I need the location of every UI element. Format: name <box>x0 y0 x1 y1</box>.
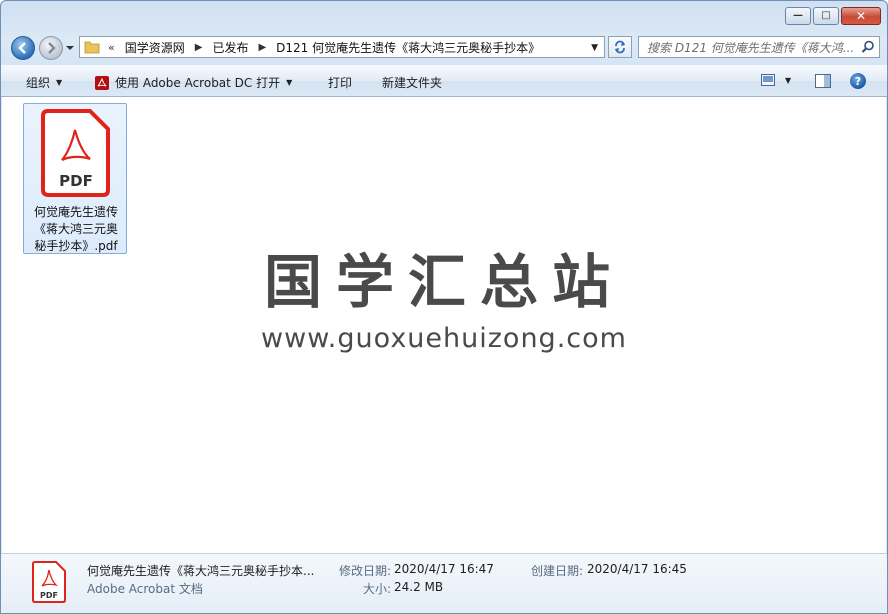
size-value: 24.2 MB <box>394 580 444 594</box>
created-date-value: 2020/4/17 16:45 <box>587 562 687 576</box>
pdf-icon-label: PDF <box>40 591 58 600</box>
acrobat-icon <box>95 75 109 90</box>
search-input[interactable]: 搜索 D121 何觉庵先生遗传《蒋大鸿... <box>638 36 880 58</box>
details-pane: PDF 何觉庵先生遗传《蒋大鸿三元奥秘手抄本... Adobe Acrobat … <box>1 553 887 613</box>
open-with-label: 使用 Adobe Acrobat DC 打开 <box>115 76 281 90</box>
chevron-down-icon: ▼ <box>286 78 293 87</box>
breadcrumb-current-folder[interactable]: D121 何觉庵先生遗传《蒋大鸿三元奥秘手抄本》 <box>276 39 540 56</box>
file-list[interactable]: PDF 何觉庵先生遗传 《蒋大鸿三元奥 秘手抄本》.pdf 国学汇总站 www.… <box>2 97 886 553</box>
caption-buttons: — □ ✕ <box>783 7 881 25</box>
organize-label: 组织 <box>26 76 51 90</box>
pdf-file-icon: PDF <box>32 561 66 603</box>
chevron-down-icon[interactable]: ▼ <box>785 76 791 85</box>
new-folder-label: 新建文件夹 <box>382 76 443 90</box>
modified-date-value: 2020/4/17 16:47 <box>394 562 494 576</box>
chevron-down-icon[interactable]: ▼ <box>591 43 598 53</box>
help-icon[interactable]: ? <box>850 73 866 89</box>
back-button[interactable] <box>11 36 35 60</box>
watermark: 国学汇总站 www.guoxuehuizong.com <box>2 247 886 354</box>
refresh-button[interactable] <box>608 36 632 58</box>
organize-button[interactable]: 组织 ▼ <box>26 74 62 91</box>
arrow-right-icon <box>48 42 56 54</box>
watermark-title: 国学汇总站 <box>263 248 624 316</box>
breadcrumb-published[interactable]: 已发布 <box>212 39 248 56</box>
forward-button[interactable] <box>39 36 63 60</box>
navigation-bar: « 国学资源网 ▶ 已发布 ▶ D121 何觉庵先生遗传《蒋大鸿三元奥秘手抄本》… <box>1 33 887 61</box>
size-label: 大小: <box>363 582 392 596</box>
print-label: 打印 <box>328 76 353 90</box>
title-bar: — □ ✕ <box>1 1 887 33</box>
change-view-button[interactable]: ▼ <box>761 74 791 86</box>
search-placeholder: 搜索 D121 何觉庵先生遗传《蒋大鸿... <box>647 40 855 55</box>
maximize-button[interactable]: □ <box>813 7 839 25</box>
minimize-icon: — <box>793 10 803 21</box>
file-name-line: 《蒋大鸿三元奥 <box>33 222 118 236</box>
pdf-icon-label: PDF <box>59 172 93 190</box>
created-date-label: 创建日期: <box>531 564 584 578</box>
refresh-icon <box>615 40 625 54</box>
new-folder-button[interactable]: 新建文件夹 <box>382 74 442 91</box>
folder-icon <box>84 41 100 54</box>
explorer-window: — □ ✕ « 国学资源网 ▶ 已发布 ▶ D121 何觉庵先生遗传《蒋大鸿三元… <box>0 0 888 614</box>
file-name-line: 何觉庵先生遗传 <box>33 205 118 219</box>
search-icon[interactable] <box>861 40 875 54</box>
breadcrumb-separator-icon[interactable]: ▶ <box>258 42 266 53</box>
modified-date-label: 修改日期: <box>339 564 392 578</box>
arrow-left-icon <box>18 42 26 54</box>
breadcrumb-separator-icon[interactable]: ▶ <box>195 42 203 53</box>
pdf-file-icon: PDF <box>41 109 110 197</box>
minimize-button[interactable]: — <box>785 7 811 25</box>
command-bar: 组织 ▼ 使用 Adobe Acrobat DC 打开 ▼ 打印 新建文件夹 ▼ <box>1 65 887 97</box>
watermark-url: www.guoxuehuizong.com <box>261 323 627 354</box>
close-button[interactable]: ✕ <box>841 7 881 25</box>
open-with-acrobat-button[interactable]: 使用 Adobe Acrobat DC 打开 ▼ <box>95 74 292 91</box>
file-item-selected[interactable]: PDF 何觉庵先生遗传 《蒋大鸿三元奥 秘手抄本》.pdf <box>23 103 127 254</box>
print-button[interactable]: 打印 <box>328 74 352 91</box>
chevron-down-icon: ▼ <box>56 78 63 87</box>
breadcrumb-guoxue[interactable]: 国学资源网 <box>125 39 185 56</box>
view-icon <box>761 74 775 86</box>
details-file-type: Adobe Acrobat 文档 <box>87 582 203 596</box>
address-overflow-chevron[interactable]: « <box>108 41 115 54</box>
close-icon: ✕ <box>855 9 867 23</box>
address-bar[interactable]: « 国学资源网 ▶ 已发布 ▶ D121 何觉庵先生遗传《蒋大鸿三元奥秘手抄本》… <box>79 36 605 58</box>
details-file-name: 何觉庵先生遗传《蒋大鸿三元奥秘手抄本... <box>87 564 315 578</box>
preview-pane-icon[interactable] <box>815 74 831 88</box>
maximize-icon: □ <box>821 10 831 21</box>
recent-pages-dropdown[interactable] <box>65 43 75 53</box>
